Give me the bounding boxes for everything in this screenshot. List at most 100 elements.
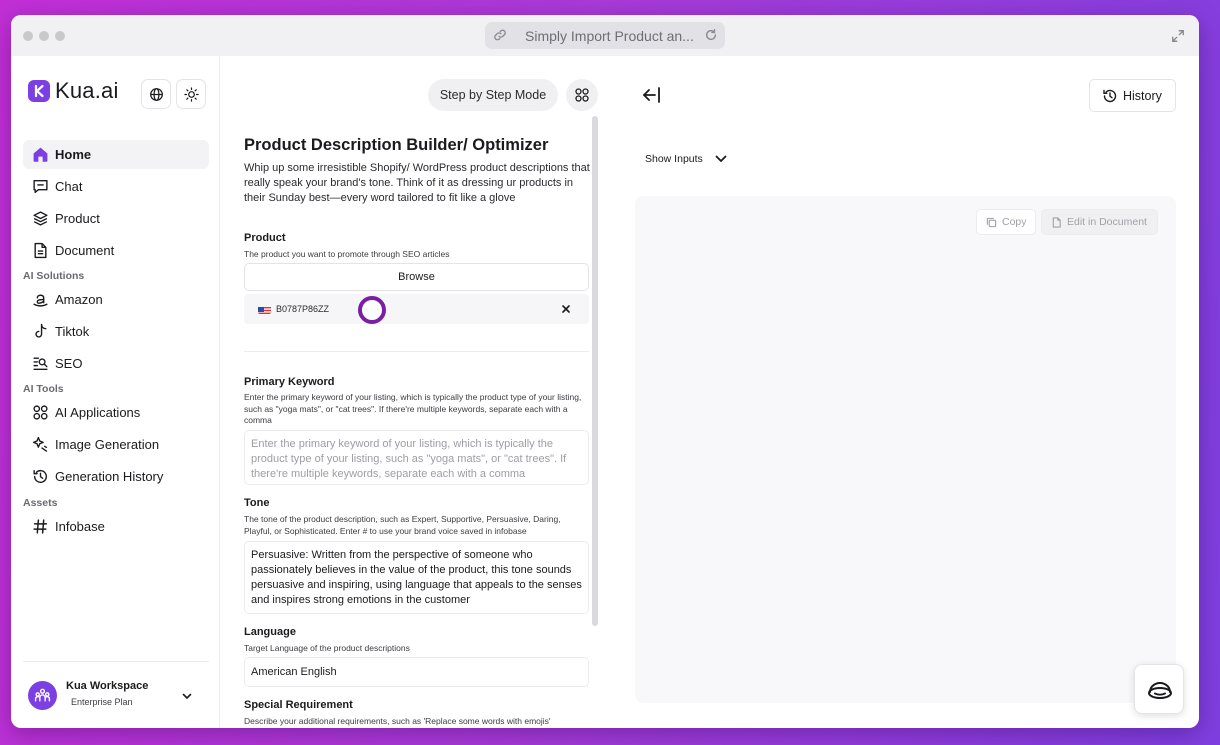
apps-grid-icon <box>33 405 48 420</box>
link-icon <box>494 29 506 41</box>
support-bell-icon <box>1148 682 1172 699</box>
copy-button[interactable]: Copy <box>976 209 1036 235</box>
amazon-icon <box>33 294 48 307</box>
product-help: The product you want to promote through … <box>244 249 450 259</box>
chat-icon <box>33 179 48 194</box>
reload-icon[interactable] <box>704 28 718 42</box>
section-title-ai-solutions: AI Solutions <box>23 270 85 282</box>
primary-keyword-help: Enter the primary keyword of your listin… <box>244 392 582 425</box>
history-label: History <box>1123 89 1162 103</box>
sidebar-item-document[interactable]: Document <box>23 236 209 265</box>
sidebar-item-label: Generation History <box>55 469 164 484</box>
step-by-step-mode-button[interactable]: Step by Step Mode <box>428 79 558 111</box>
selected-product-chip: B0787P86ZZ <box>244 294 589 324</box>
browser-titlebar: Simply Import Product an... <box>11 15 1199 56</box>
output-pane: History Show Inputs Copy Edit in Documen… <box>611 56 1199 728</box>
collapse-left-icon[interactable] <box>641 86 661 104</box>
sidebar-item-label: Infobase <box>55 519 105 534</box>
address-bar[interactable]: Simply Import Product an... <box>485 22 725 49</box>
language-button[interactable] <box>141 79 171 109</box>
form-panel: Step by Step Mode Product Description Bu… <box>221 56 601 728</box>
tone-help: The tone of the product description, suc… <box>244 514 561 536</box>
sidebar-item-label: Document <box>55 243 115 258</box>
sidebar-item-label: Amazon <box>55 292 103 307</box>
history-button[interactable]: History <box>1089 79 1176 112</box>
sidebar-item-label: Product <box>55 211 100 226</box>
history-icon <box>1103 89 1117 103</box>
sidebar-item-label: Tiktok <box>55 324 90 339</box>
chevron-down-icon[interactable] <box>181 690 193 702</box>
expand-icon[interactable] <box>1171 29 1185 43</box>
sidebar-item-seo[interactable]: SEO <box>23 349 209 378</box>
document-icon <box>34 242 47 259</box>
product-label: Product <box>244 232 286 244</box>
special-requirement-label: Special Requirement <box>244 699 353 711</box>
workspace-plan: Enterprise Plan <box>71 697 133 707</box>
chevron-down-icon[interactable] <box>714 152 728 166</box>
brand-name: Kua.ai <box>55 78 119 103</box>
form-title: Product Description Builder/ Optimizer <box>244 136 549 154</box>
language-input[interactable]: American English <box>244 657 589 687</box>
window-zoom-dot[interactable] <box>55 31 65 41</box>
globe-icon <box>150 88 163 101</box>
section-title-assets: Assets <box>23 497 58 509</box>
sidebar-item-label: SEO <box>55 356 83 371</box>
team-icon <box>34 688 51 702</box>
section-title-ai-tools: AI Tools <box>23 383 64 395</box>
primary-keyword-label: Primary Keyword <box>244 376 335 388</box>
sidebar-item-label: Home <box>55 147 92 162</box>
copy-icon <box>986 217 997 228</box>
history-icon <box>33 469 48 483</box>
workspace-avatar[interactable] <box>28 681 57 710</box>
sidebar-item-product[interactable]: Product <box>23 204 209 233</box>
tone-label: Tone <box>244 497 270 509</box>
home-icon <box>33 147 48 162</box>
sidebar-item-label: AI Applications <box>55 405 141 420</box>
sidebar-item-generation-history[interactable]: Generation History <box>23 462 209 491</box>
app-window: Simply Import Product an... Kua.ai Home … <box>11 15 1199 728</box>
layers-icon <box>33 211 48 226</box>
special-requirement-help: Describe your additional requirements, s… <box>244 716 551 726</box>
support-chat-button[interactable] <box>1134 664 1184 714</box>
hash-icon <box>33 519 48 534</box>
tone-input[interactable]: Persuasive: Written from the perspective… <box>244 541 589 614</box>
browse-button[interactable]: Browse <box>244 263 589 291</box>
sidebar-item-label: Image Generation <box>55 437 160 452</box>
show-inputs-toggle[interactable]: Show Inputs <box>645 153 703 165</box>
kua-logo-icon <box>28 80 50 102</box>
remove-product-icon[interactable] <box>560 303 572 315</box>
sidebar-item-tiktok[interactable]: Tiktok <box>23 317 209 346</box>
sun-icon <box>184 87 199 102</box>
sidebar-item-label: Chat <box>55 179 83 194</box>
sidebar-item-image-generation[interactable]: Image Generation <box>23 430 209 459</box>
us-flag-icon <box>258 304 271 314</box>
edit-in-document-label: Edit in Document <box>1067 216 1147 228</box>
theme-toggle-button[interactable] <box>176 79 206 109</box>
sidebar-item-home[interactable]: Home <box>23 140 209 169</box>
product-asin: B0787P86ZZ <box>276 304 330 314</box>
language-help: Target Language of the product descripti… <box>244 643 410 653</box>
layout-toggle-button[interactable] <box>566 79 598 111</box>
document-icon <box>1052 217 1061 228</box>
window-close-dot[interactable] <box>23 31 33 41</box>
sidebar-item-infobase[interactable]: Infobase <box>23 512 209 541</box>
form-divider <box>244 351 589 352</box>
language-label: Language <box>244 626 296 638</box>
edit-in-document-button[interactable]: Edit in Document <box>1041 209 1158 235</box>
primary-keyword-input[interactable]: Enter the primary keyword of your listin… <box>244 430 589 485</box>
window-minimize-dot[interactable] <box>39 31 49 41</box>
sidebar-item-amazon[interactable]: Amazon <box>23 285 209 314</box>
copy-label: Copy <box>1002 216 1027 228</box>
grid-icon <box>575 88 589 102</box>
output-panel: Copy Edit in Document <box>635 196 1176 703</box>
sidebar-divider <box>23 661 209 662</box>
sidebar-item-ai-applications[interactable]: AI Applications <box>23 398 209 427</box>
image-generation-icon <box>32 436 48 452</box>
tiktok-icon <box>35 323 47 338</box>
form-description: Whip up some irresistible Shopify/ WordP… <box>244 162 590 204</box>
loading-ring <box>358 296 386 324</box>
workspace-name: Kua Workspace <box>66 680 149 692</box>
sidebar-item-chat[interactable]: Chat <box>23 172 209 201</box>
sidebar: Kua.ai Home Chat Product Document AI Sol… <box>11 56 220 728</box>
address-bar-title: Simply Import Product an... <box>525 28 694 44</box>
